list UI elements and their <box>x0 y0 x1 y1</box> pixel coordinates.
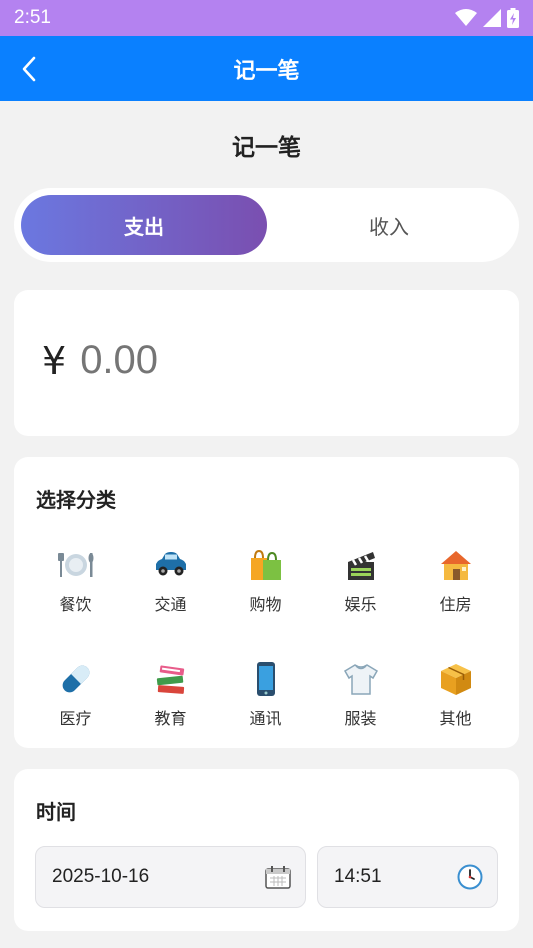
time-title: 时间 <box>36 800 76 824</box>
category-title: 选择分类 <box>36 488 116 512</box>
category-label: 住房 <box>439 595 472 614</box>
dining-icon <box>56 545 96 585</box>
clapper-icon <box>341 545 381 585</box>
category-grid: 餐饮 交通 购物 娱乐 住房 医疗 教育 通讯 服装 其他 <box>28 545 503 729</box>
category-transport[interactable]: 交通 <box>123 545 218 615</box>
tab-expense[interactable]: 支出 <box>21 195 267 255</box>
category-communication[interactable]: 通讯 <box>218 659 313 729</box>
car-icon <box>151 545 191 585</box>
category-medical[interactable]: 医疗 <box>28 659 123 729</box>
clock-icon <box>457 864 483 890</box>
wifi-icon <box>455 9 477 26</box>
phone-icon <box>246 659 286 699</box>
type-toggle: 支出 收入 <box>14 188 519 262</box>
app-bar: 记一笔 <box>0 36 533 101</box>
category-label: 医疗 <box>59 709 92 728</box>
category-dining[interactable]: 餐饮 <box>28 545 123 615</box>
category-label: 娱乐 <box>344 595 377 614</box>
category-housing[interactable]: 住房 <box>408 545 503 615</box>
app-title: 记一笔 <box>233 58 300 84</box>
date-picker[interactable]: 2025-10-16 <box>35 846 306 908</box>
chevron-left-icon <box>22 56 36 82</box>
page-title: 记一笔 <box>232 135 301 161</box>
back-button[interactable] <box>14 54 44 84</box>
amount-input[interactable] <box>80 338 461 383</box>
status-icons <box>455 8 519 28</box>
currency-symbol: ¥ <box>42 338 67 383</box>
time-card: 时间 2025-10-16 14:51 <box>14 769 519 931</box>
shirt-icon <box>341 659 381 699</box>
status-time: 2:51 <box>14 7 51 28</box>
category-label: 购物 <box>249 595 282 614</box>
time-value: 14:51 <box>334 866 382 887</box>
category-other[interactable]: 其他 <box>408 659 503 729</box>
amount-row: ¥ <box>42 338 461 383</box>
category-label: 服装 <box>344 709 377 728</box>
category-label: 交通 <box>154 595 187 614</box>
category-card: 选择分类 餐饮 交通 购物 娱乐 住房 医疗 教育 通讯 服装 其他 <box>14 457 519 748</box>
signal-icon <box>483 9 501 27</box>
category-entertainment[interactable]: 娱乐 <box>313 545 408 615</box>
time-picker[interactable]: 14:51 <box>317 846 498 908</box>
battery-charging-icon <box>507 8 519 28</box>
category-label: 教育 <box>154 709 187 728</box>
amount-card: ¥ <box>14 290 519 436</box>
category-shopping[interactable]: 购物 <box>218 545 313 615</box>
calendar-icon <box>265 866 291 889</box>
category-label: 其他 <box>439 709 472 728</box>
pill-icon <box>56 659 96 699</box>
books-icon <box>151 659 191 699</box>
status-bar: 2:51 <box>0 0 533 36</box>
tab-income[interactable]: 收入 <box>266 195 512 255</box>
box-icon <box>436 659 476 699</box>
shopping-bag-icon <box>246 545 286 585</box>
category-education[interactable]: 教育 <box>123 659 218 729</box>
category-label: 通讯 <box>249 709 282 728</box>
house-icon <box>436 545 476 585</box>
category-label: 餐饮 <box>59 595 92 614</box>
category-clothing[interactable]: 服装 <box>313 659 408 729</box>
date-value: 2025-10-16 <box>52 866 150 887</box>
